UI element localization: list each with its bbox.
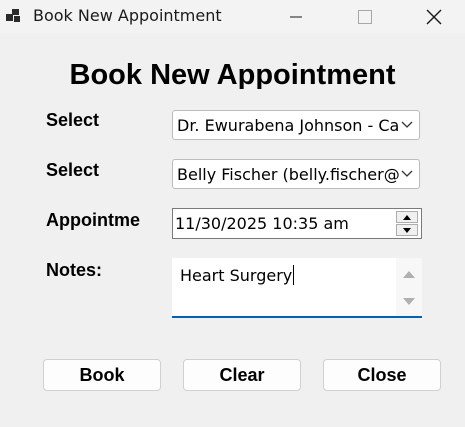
page-title: Book New Appointment: [69, 59, 396, 89]
doctor-label: Select: [46, 110, 100, 130]
spin-up-button[interactable]: [396, 211, 418, 223]
title-bar[interactable]: Book New Appointment: [0, 0, 465, 33]
minimize-button[interactable]: [273, 0, 319, 33]
close-button[interactable]: Close: [323, 359, 441, 391]
notes-text-wrap: Heart Surgery: [180, 265, 295, 285]
scroll-up-icon[interactable]: [402, 269, 416, 279]
notes-scrollbar[interactable]: [396, 258, 422, 316]
book-appointment-window: Book New Appointment Book New Appointmen…: [0, 0, 465, 427]
doctor-select-value: Dr. Ewurabena Johnson - Ca: [177, 116, 399, 135]
patient-select[interactable]: Belly Fischer (belly.fischer@e: [172, 159, 420, 189]
app-icon: [6, 9, 20, 22]
notes-value: Heart Surgery: [180, 266, 293, 285]
close-icon: [426, 9, 442, 24]
spin-down-button[interactable]: [396, 224, 418, 236]
appointment-datetime-value: 11/30/2025 10:35 am: [175, 214, 349, 233]
chevron-down-icon: [401, 170, 413, 177]
maximize-button[interactable]: [342, 0, 388, 33]
appointment-datetime-picker[interactable]: 11/30/2025 10:35 am: [172, 208, 422, 239]
scroll-down-icon[interactable]: [402, 297, 416, 307]
close-window-button[interactable]: [411, 0, 457, 33]
patient-label: Select: [46, 160, 100, 180]
triangle-up-icon: [403, 214, 411, 220]
notes-textarea[interactable]: Heart Surgery: [172, 258, 422, 318]
clear-button[interactable]: Clear: [183, 359, 301, 391]
notes-label: Notes:: [46, 260, 103, 280]
maximize-icon: [358, 9, 372, 24]
book-button[interactable]: Book: [43, 359, 161, 391]
minimize-icon: [290, 16, 302, 17]
chevron-down-icon: [401, 121, 413, 128]
patient-select-value: Belly Fischer (belly.fischer@e: [177, 165, 399, 184]
window-title: Book New Appointment: [33, 6, 222, 25]
appointment-label: Appointme: [46, 210, 140, 230]
doctor-select[interactable]: Dr. Ewurabena Johnson - Ca: [172, 110, 420, 140]
triangle-down-icon: [403, 227, 411, 233]
text-caret: [293, 265, 295, 285]
